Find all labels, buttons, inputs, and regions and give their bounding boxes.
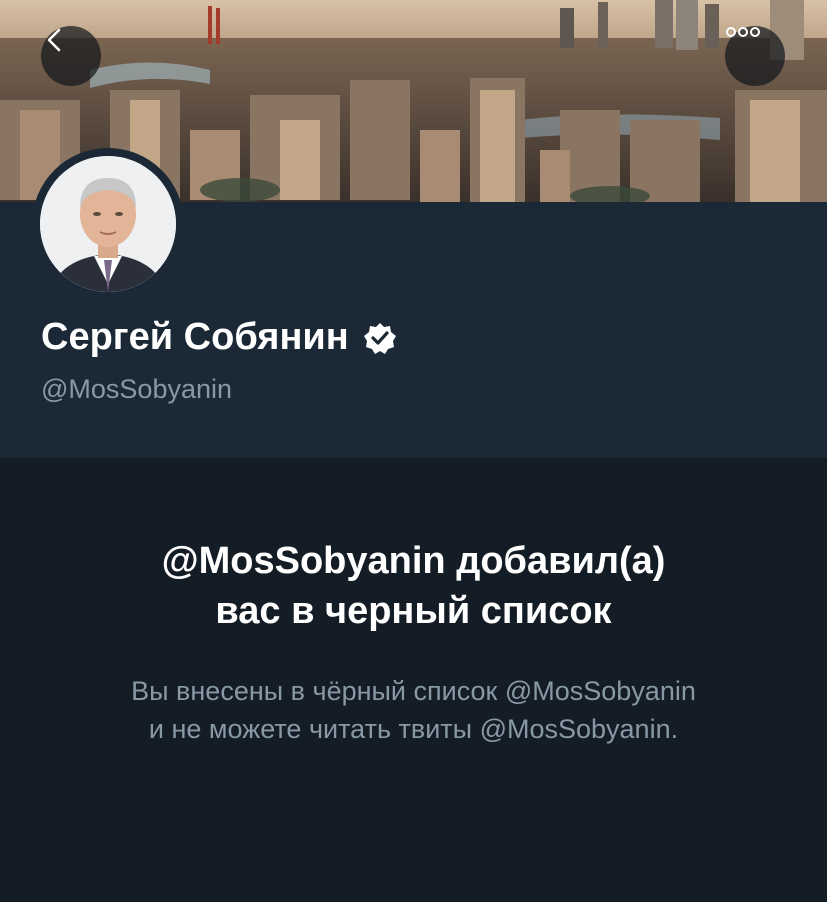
more-options-button[interactable]: [725, 26, 785, 86]
chevron-left-icon: [47, 28, 61, 52]
more-horizontal-icon: [726, 27, 760, 37]
blocked-notice: @MosSobyanin добавил(а) вас в черный спи…: [0, 458, 827, 902]
profile-display-name: Сергей Собянин: [41, 316, 397, 359]
blocked-description-line-2: и не можете читать твиты @MosSobyanin.: [148, 714, 679, 744]
blocked-title-line-1: @MosSobyanin добавил(а): [161, 540, 666, 582]
display-name-text: Сергей Собянин: [41, 316, 349, 358]
avatar-image: [40, 156, 176, 292]
person-portrait-icon: [40, 156, 176, 292]
blocked-description: Вы внесены в чёрный список @MosSobyanin …: [0, 672, 827, 748]
blocked-title-line-2: вас в черный список: [215, 590, 612, 632]
back-button[interactable]: [41, 26, 101, 86]
verified-badge-icon: [363, 322, 396, 354]
blocked-description-line-1: Вы внесены в чёрный список @MosSobyanin: [131, 676, 696, 706]
profile-handle: @MosSobyanin: [41, 374, 233, 404]
blocked-title: @MosSobyanin добавил(а) вас в черный спи…: [0, 536, 827, 636]
avatar[interactable]: [32, 148, 184, 300]
